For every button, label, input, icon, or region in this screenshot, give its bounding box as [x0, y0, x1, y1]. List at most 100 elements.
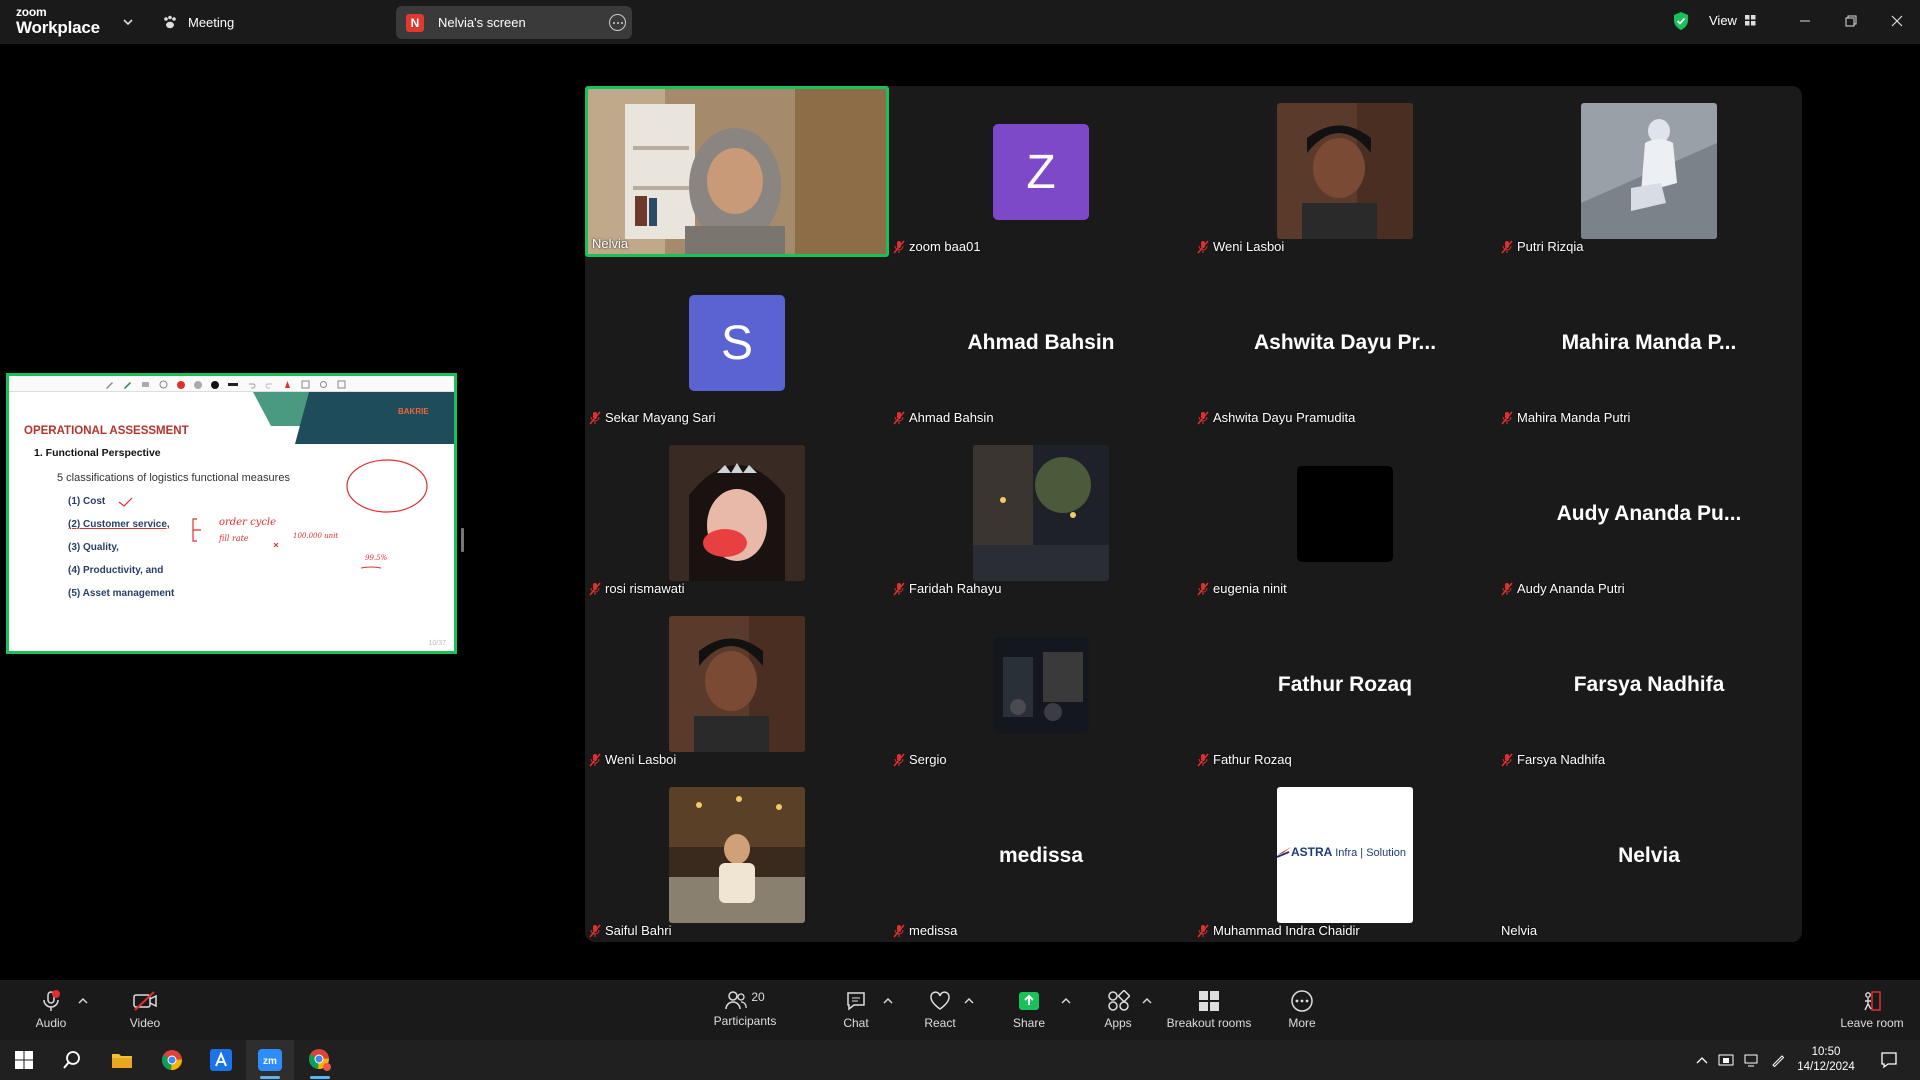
participants-button[interactable]: 20 Participants — [710, 980, 780, 1040]
chevron-up-icon[interactable] — [1696, 1055, 1708, 1065]
participant-tile[interactable]: Ashwita Dayu Pr... Ashwita Dayu Pramudit… — [1193, 257, 1497, 428]
participant-name-text: Fathur Rozaq — [1213, 752, 1292, 767]
muted-mic-icon — [1197, 411, 1209, 424]
share-button[interactable]: Share — [1007, 980, 1051, 1040]
minimize-button[interactable] — [1782, 0, 1828, 42]
audio-button[interactable]: Audio — [28, 980, 74, 1040]
leave-room-button[interactable]: Leave room — [1834, 980, 1910, 1040]
svg-text:zm: zm — [263, 1056, 277, 1067]
participant-tile[interactable]: S Sekar Mayang Sari — [585, 257, 889, 428]
title-bar: zoom Workplace Meeting N Nelvia's screen… — [0, 0, 1920, 44]
security-icon[interactable] — [1718, 1052, 1734, 1068]
taskbar-chrome[interactable] — [148, 1040, 196, 1080]
participant-name: rosi rismawati — [589, 581, 684, 596]
more-options-icon[interactable] — [609, 14, 626, 31]
participant-tile[interactable]: Nelvia Nelvia — [1497, 770, 1801, 941]
close-button[interactable] — [1874, 0, 1920, 42]
participant-tile[interactable]: Fathur Rozaq Fathur Rozaq — [1193, 599, 1497, 770]
caret-up-icon[interactable] — [78, 997, 88, 1005]
clock-date: 14/12/2024 — [1797, 1061, 1855, 1073]
caret-up-icon[interactable] — [883, 997, 893, 1005]
caret-up-icon[interactable] — [964, 997, 974, 1005]
participant-tile[interactable]: Putri Rizqia — [1497, 86, 1801, 257]
participant-display-name: Fathur Rozaq — [1277, 672, 1413, 696]
participant-tile[interactable]: Mahira Manda P... Mahira Manda Putri — [1497, 257, 1801, 428]
participant-name: Nelvia — [592, 236, 628, 251]
participant-name-text: Farsya Nadhifa — [1517, 752, 1606, 767]
participant-name: Sekar Mayang Sari — [589, 410, 716, 425]
participant-tile[interactable]: Audy Ananda Pu... Audy Ananda Putri — [1497, 428, 1801, 599]
notifications-button[interactable] — [1880, 1040, 1898, 1080]
caret-up-icon[interactable] — [1142, 997, 1152, 1005]
muted-mic-icon — [1197, 582, 1209, 595]
zoom-app-icon: zm — [258, 1049, 282, 1071]
taskbar-app-store[interactable] — [197, 1040, 245, 1080]
search-icon — [63, 1051, 80, 1069]
chrome-profile-icon — [308, 1049, 331, 1071]
participant-display-name: Mahira Manda P... — [1561, 330, 1737, 354]
participant-name: Saiful Bahri — [589, 923, 671, 938]
shared-screen-view[interactable]: BAKRIE OPERATIONAL ASSESSMENT 1. Functio… — [6, 373, 457, 654]
participant-display-name: Audy Ananda Pu... — [1556, 501, 1742, 525]
chevron-down-icon[interactable] — [122, 16, 134, 28]
participant-tile[interactable]: Weni Lasboi — [1193, 86, 1497, 257]
search-button[interactable] — [48, 1040, 96, 1080]
more-button[interactable]: More — [1280, 980, 1324, 1040]
start-button[interactable] — [0, 1040, 48, 1080]
participants-icon — [725, 991, 748, 1010]
network-icon[interactable] — [1744, 1052, 1760, 1068]
handwritten-note: 99.5% — [365, 554, 388, 562]
participant-tile[interactable]: Saiful Bahri — [585, 770, 889, 941]
participant-name-text: Mahira Manda Putri — [1517, 410, 1631, 425]
participant-photo — [669, 787, 805, 923]
participant-tile[interactable]: Sergio — [889, 599, 1193, 770]
participant-name: Faridah Rahayu — [893, 581, 1002, 596]
participant-tile[interactable]: Nelvia — [585, 86, 889, 257]
muted-mic-icon — [589, 924, 601, 937]
windows-logo-icon — [15, 1051, 33, 1069]
participant-name: Ashwita Dayu Pramudita — [1197, 410, 1355, 425]
participant-name-text: Putri Rizqia — [1517, 239, 1584, 254]
participant-name: Nelvia — [1501, 923, 1537, 938]
taskbar-clock[interactable]: 10:50 14/12/2024 — [1785, 1045, 1867, 1075]
participant-video — [588, 89, 886, 254]
participant-display-name: Ashwita Dayu Pr... — [1253, 330, 1437, 354]
view-button[interactable]: View — [1709, 13, 1756, 28]
zoom-workplace-logo[interactable]: zoom Workplace — [16, 6, 100, 36]
participant-tile[interactable]: Weni Lasboi — [585, 599, 889, 770]
caret-up-icon[interactable] — [1061, 997, 1071, 1005]
participants-label: Participants — [713, 1014, 777, 1028]
meeting-menu[interactable]: Meeting — [162, 11, 234, 33]
react-button[interactable]: React — [918, 980, 962, 1040]
react-label: React — [924, 1016, 956, 1030]
video-button[interactable]: Video — [122, 980, 168, 1040]
restore-button[interactable] — [1828, 0, 1874, 42]
astra-sub: Infra | Solution — [1335, 847, 1406, 859]
participant-tile[interactable]: medissa medissa — [889, 770, 1193, 941]
shield-check-icon[interactable] — [1672, 11, 1690, 31]
participant-tile[interactable]: Farsya Nadhifa Farsya Nadhifa — [1497, 599, 1801, 770]
video-off-icon — [133, 991, 157, 1011]
screen-share-pill[interactable]: N Nelvia's screen — [396, 6, 632, 39]
participant-name: Ahmad Bahsin — [893, 410, 994, 425]
participant-tile[interactable]: Faridah Rahayu — [889, 428, 1193, 599]
taskbar-zoom[interactable]: zm — [246, 1040, 294, 1080]
participant-tile[interactable]: Ahmad Bahsin Ahmad Bahsin — [889, 257, 1193, 428]
participant-tile[interactable]: eugenia ninit — [1193, 428, 1497, 599]
taskbar-file-explorer[interactable] — [98, 1040, 146, 1080]
avatar — [1297, 466, 1393, 562]
participant-tile[interactable]: ASTRA Infra | Solution Muhammad Indra Ch… — [1193, 770, 1497, 941]
participant-photo — [669, 445, 805, 581]
apps-button[interactable]: Apps — [1096, 980, 1140, 1040]
participant-name: Weni Lasboi — [589, 752, 676, 767]
panel-resize-handle[interactable] — [461, 528, 464, 552]
chat-button[interactable]: Chat — [834, 980, 878, 1040]
breakout-rooms-button[interactable]: Breakout rooms — [1164, 980, 1254, 1040]
participant-tile[interactable]: rosi rismawati — [585, 428, 889, 599]
taskbar-chrome-window[interactable] — [296, 1040, 344, 1080]
pen-workspace-icon[interactable] — [1770, 1052, 1786, 1068]
muted-mic-icon — [1501, 753, 1513, 766]
participant-photo — [973, 445, 1109, 581]
participant-photo — [993, 637, 1089, 733]
participant-tile[interactable]: Z zoom baa01 — [889, 86, 1193, 257]
